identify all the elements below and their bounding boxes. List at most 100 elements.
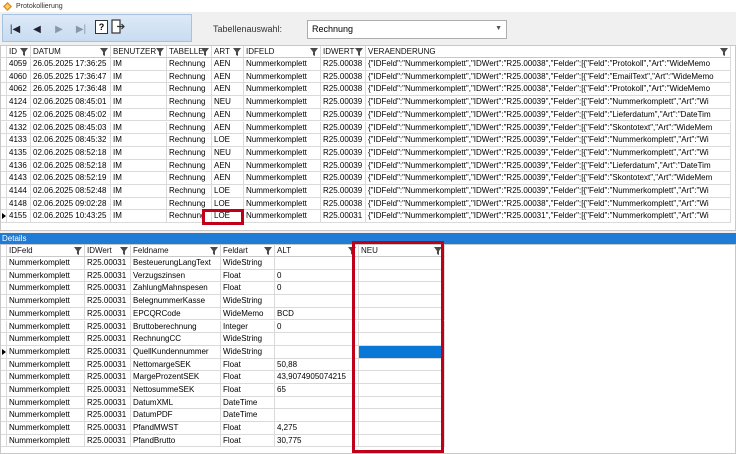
table-row[interactable]: 4148 02.06.2025 09:02:28 IM Rechnung LOE Numm…	[1, 197, 731, 211]
cell-art[interactable]: AEN	[212, 70, 244, 84]
cell-idfeld[interactable]: Nummerkomplett	[244, 210, 321, 224]
cell-feldart[interactable]: Float	[221, 371, 275, 384]
cell-veraenderung[interactable]: {"IDFeld":"Nummerkomplett","IDWert":"R25…	[366, 83, 731, 97]
filter-icon[interactable]	[264, 247, 272, 255]
prev-record-button[interactable]: ◀	[28, 21, 46, 37]
cell-tabelle[interactable]: Rechnung	[167, 58, 212, 71]
filter-icon[interactable]	[201, 48, 209, 56]
table-row[interactable]: Nummerkomplett R25.00031 MargeProzentSEK Fl…	[1, 371, 445, 384]
cell-neu[interactable]	[359, 320, 445, 334]
cell-tabelle[interactable]: Rechnung	[167, 121, 212, 135]
cell-feldart[interactable]: WideMemo	[221, 307, 275, 321]
cell-idwert[interactable]: R25.00031	[85, 333, 131, 346]
cell-veraenderung[interactable]: {"IDFeld":"Nummerkomplett","IDWert":"R25…	[366, 185, 731, 198]
cell-neu[interactable]	[359, 307, 445, 321]
cell-alt[interactable]: BCD	[275, 307, 359, 321]
cell-id[interactable]: 4136	[7, 159, 31, 173]
cell-art[interactable]: NEU	[212, 146, 244, 160]
cell-feldart[interactable]: Float	[221, 422, 275, 435]
cell-feldname[interactable]: NettosummeSEK	[131, 384, 221, 397]
cell-id[interactable]: 4133	[7, 134, 31, 147]
cell-idwert[interactable]: R25.00038	[321, 70, 366, 84]
cell-idfeld[interactable]: Nummerkomplett	[244, 96, 321, 109]
table-row[interactable]: 4143 02.06.2025 08:52:19 IM Rechnung AEN Numm…	[1, 172, 731, 185]
cell-idwert[interactable]: R25.00039	[321, 185, 366, 198]
cell-idfeld[interactable]: Nummerkomplett	[244, 172, 321, 185]
filter-icon[interactable]	[20, 48, 28, 56]
cell-veraenderung[interactable]: {"IDFeld":"Nummerkomplett","IDWert":"R25…	[366, 96, 731, 109]
cell-benutzer[interactable]: IM	[111, 134, 167, 147]
filter-icon[interactable]	[210, 247, 218, 255]
cell-datum[interactable]: 02.06.2025 08:45:32	[31, 134, 111, 147]
cell-feldart[interactable]: Integer	[221, 320, 275, 334]
column-header-id[interactable]: ID	[7, 46, 31, 58]
table-row[interactable]: 4155 02.06.2025 10:43:25 IM Rechnung LOE Numm…	[1, 210, 731, 224]
table-row[interactable]: Nummerkomplett R25.00031 Verzugszinsen Floa…	[1, 269, 445, 283]
table-row[interactable]: 4059 26.05.2025 17:36:25 IM Rechnung AEN Numm…	[1, 58, 731, 71]
cell-veraenderung[interactable]: {"IDFeld":"Nummerkomplett","IDWert":"R25…	[366, 159, 731, 173]
cell-idwert[interactable]: R25.00031	[85, 422, 131, 435]
cell-alt[interactable]: 4,275	[275, 422, 359, 435]
cell-idfeld[interactable]: Nummerkomplett	[244, 58, 321, 71]
cell-benutzer[interactable]: IM	[111, 70, 167, 84]
cell-feldname[interactable]: DatumPDF	[131, 409, 221, 423]
column-header-idwert[interactable]: IDWERT	[321, 46, 366, 58]
cell-idfeld[interactable]: Nummerkomplett	[7, 422, 85, 435]
cell-tabelle[interactable]: Rechnung	[167, 172, 212, 185]
cell-tabelle[interactable]: Rechnung	[167, 197, 212, 211]
cell-benutzer[interactable]: IM	[111, 83, 167, 97]
cell-art[interactable]: AEN	[212, 121, 244, 135]
cell-idfeld[interactable]: Nummerkomplett	[7, 384, 85, 397]
cell-benutzer[interactable]: IM	[111, 210, 167, 224]
cell-feldart[interactable]: Float	[221, 358, 275, 372]
cell-feldname[interactable]: NettomargeSEK	[131, 358, 221, 372]
table-select[interactable]: Rechnung ▼	[307, 20, 507, 39]
cell-alt[interactable]	[275, 409, 359, 423]
cell-veraenderung[interactable]: {"IDFeld":"Nummerkomplett","IDWert":"R25…	[366, 210, 731, 224]
filter-icon[interactable]	[348, 247, 356, 255]
cell-idwert[interactable]: R25.00039	[321, 108, 366, 122]
cell-idfeld[interactable]: Nummerkomplett	[7, 257, 85, 270]
cell-neu[interactable]	[359, 295, 445, 308]
cell-veraenderung[interactable]: {"IDFeld":"Nummerkomplett","IDWert":"R25…	[366, 146, 731, 160]
cell-benutzer[interactable]: IM	[111, 58, 167, 71]
cell-feldname[interactable]: PfandMWST	[131, 422, 221, 435]
next-record-button[interactable]: ▶	[50, 21, 68, 37]
cell-neu[interactable]	[359, 371, 445, 384]
cell-idwert[interactable]: R25.00039	[321, 146, 366, 160]
table-row[interactable]: 4133 02.06.2025 08:45:32 IM Rechnung LOE Numm…	[1, 134, 731, 147]
cell-feldart[interactable]: DateTime	[221, 409, 275, 423]
cell-feldart[interactable]: WideString	[221, 333, 275, 346]
cell-idfeld[interactable]: Nummerkomplett	[244, 83, 321, 97]
column-header-idfeld[interactable]: IDFELD	[244, 46, 321, 58]
cell-idwert[interactable]: R25.00039	[321, 121, 366, 135]
cell-tabelle[interactable]: Rechnung	[167, 96, 212, 109]
cell-idwert[interactable]: R25.00039	[321, 172, 366, 185]
cell-neu[interactable]	[359, 269, 445, 283]
cell-datum[interactable]: 26.05.2025 17:36:25	[31, 58, 111, 71]
cell-feldart[interactable]: Float	[221, 282, 275, 296]
cell-art[interactable]: LOE	[212, 185, 244, 198]
cell-alt[interactable]	[275, 396, 359, 410]
cell-tabelle[interactable]: Rechnung	[167, 159, 212, 173]
cell-idwert[interactable]: R25.00038	[321, 197, 366, 211]
cell-datum[interactable]: 02.06.2025 10:43:25	[31, 210, 111, 224]
cell-idwert[interactable]: R25.00031	[85, 409, 131, 423]
column-header-datum[interactable]: DATUM	[31, 46, 111, 58]
table-row[interactable]: Nummerkomplett R25.00031 BesteuerungLangTe…	[1, 257, 445, 270]
cell-datum[interactable]: 26.05.2025 17:36:47	[31, 70, 111, 84]
cell-art[interactable]: AEN	[212, 58, 244, 71]
filter-icon[interactable]	[720, 48, 728, 56]
column-header-art[interactable]: ART	[212, 46, 244, 58]
cell-datum[interactable]: 02.06.2025 08:52:48	[31, 185, 111, 198]
cell-datum[interactable]: 02.06.2025 08:45:01	[31, 96, 111, 109]
column-header-alt[interactable]: ALT	[275, 245, 359, 257]
cell-idfeld[interactable]: Nummerkomplett	[7, 358, 85, 372]
cell-alt[interactable]: 0	[275, 269, 359, 283]
cell-idwert[interactable]: R25.00031	[85, 384, 131, 397]
cell-idwert[interactable]: R25.00039	[321, 134, 366, 147]
cell-idwert[interactable]: R25.00031	[85, 320, 131, 334]
filter-icon[interactable]	[310, 48, 318, 56]
filter-icon[interactable]	[74, 247, 82, 255]
cell-idfeld[interactable]: Nummerkomplett	[244, 159, 321, 173]
